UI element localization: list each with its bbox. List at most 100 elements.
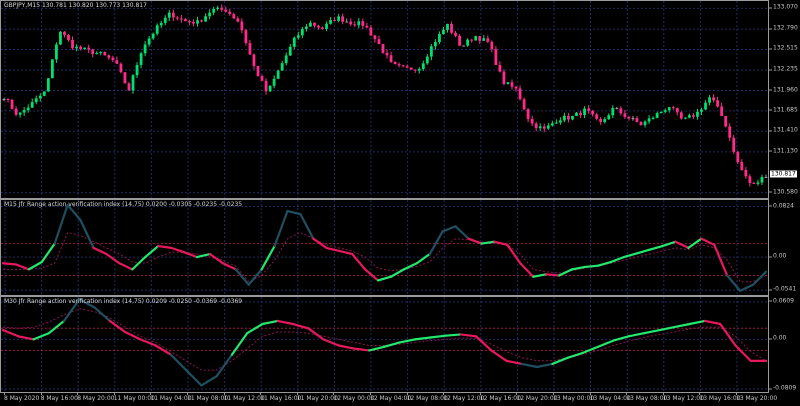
candle <box>744 167 748 179</box>
candle <box>563 112 566 123</box>
time-label: 12 May 16:00 <box>479 392 521 402</box>
candle <box>454 30 457 38</box>
candle <box>345 18 349 23</box>
time-label: 11 May 04:00 <box>150 392 192 402</box>
candle <box>704 100 707 110</box>
time-label: 8 May 16:00 <box>40 392 78 402</box>
candle <box>429 44 433 61</box>
candle <box>220 4 224 12</box>
candle <box>115 56 119 65</box>
candle <box>611 105 615 119</box>
candle <box>708 95 711 106</box>
candle <box>712 94 715 103</box>
candle <box>59 31 62 46</box>
candle <box>175 15 179 21</box>
candle <box>683 117 687 120</box>
indicator2-grid <box>1 297 768 392</box>
price-scale[interactable]: 133.070 132.790 132.515 132.235 131.960 131.6… <box>769 0 800 199</box>
candle <box>458 34 461 47</box>
candle <box>288 43 292 56</box>
time-label: 13 May 04:00 <box>589 392 631 402</box>
candle <box>659 111 663 114</box>
indicator2-scale-label: 0.00 <box>768 334 787 342</box>
price-scale-label: 132.790 <box>769 24 798 32</box>
candle <box>14 106 18 117</box>
candle <box>450 21 453 35</box>
candle <box>409 67 413 70</box>
candle <box>518 85 522 101</box>
candle <box>510 79 514 90</box>
symbol-title: GBPJPY,M15 <box>4 2 41 9</box>
candle <box>103 51 107 56</box>
indicator2-scale-label: -0.0809 <box>768 384 797 392</box>
candle <box>538 123 542 132</box>
candle <box>692 112 695 119</box>
candle <box>159 20 163 28</box>
candle <box>349 18 353 27</box>
indicator-pane-m30[interactable]: M30 Jfr Range action verification index … <box>0 296 769 393</box>
candle <box>309 20 312 27</box>
candle <box>389 51 393 63</box>
candle <box>405 64 409 69</box>
candle <box>397 62 401 68</box>
candle <box>575 111 578 117</box>
candle <box>579 110 582 119</box>
current-price-tag: 130.817 <box>770 170 797 178</box>
candle <box>111 55 115 62</box>
candle <box>99 51 103 56</box>
indicator-m30-title: M30 Jfr Range action verification index … <box>4 298 243 305</box>
candle <box>216 5 220 11</box>
candle <box>619 106 623 116</box>
candle <box>34 95 38 105</box>
candle <box>506 82 510 85</box>
candle <box>163 15 167 26</box>
indicator2-scale-label: 0.0609 <box>769 297 794 305</box>
candle <box>361 18 365 30</box>
candle <box>381 43 385 54</box>
candle <box>55 42 58 63</box>
indicator1-main-line <box>1 203 768 292</box>
candle <box>728 123 732 142</box>
candle <box>534 121 538 132</box>
time-label: 12 May 20:00 <box>516 392 558 402</box>
candle <box>615 106 619 110</box>
candle <box>192 19 195 27</box>
candle <box>554 119 558 124</box>
time-label: 11 May 12:00 <box>223 392 265 402</box>
candle <box>756 179 760 186</box>
candle <box>167 9 171 21</box>
candle <box>200 19 203 23</box>
candle <box>292 36 296 50</box>
candle <box>240 18 244 34</box>
candle <box>635 115 639 123</box>
price-chart-pane[interactable]: GBPJPY,M15 130.781 130.820 130.773 130.8… <box>0 0 769 199</box>
candle <box>433 39 437 50</box>
candle <box>30 98 34 108</box>
candle <box>470 38 474 43</box>
candle <box>607 113 611 121</box>
candle <box>67 34 70 42</box>
price-scale-label: 130.580 <box>769 188 798 196</box>
candlestick-chart[interactable] <box>1 1 769 199</box>
candle <box>599 116 603 125</box>
candle <box>284 52 288 66</box>
candle <box>446 23 449 33</box>
time-label: 11 May 16:00 <box>260 392 302 402</box>
time-label: 13 May 00:00 <box>553 392 595 402</box>
candle <box>276 69 280 80</box>
indicator1-scale-label: 0.0824 <box>769 202 794 209</box>
indicator-m15-scale: 0.0824 0.00 -0.0541 <box>768 199 800 296</box>
indicator-pane-m15[interactable]: M15 Jfr Range action verification index … <box>0 199 769 296</box>
candle <box>474 35 478 41</box>
candle <box>571 115 574 121</box>
candle <box>716 96 720 108</box>
time-label: 8 May 2020 <box>4 392 40 402</box>
candle <box>123 72 127 84</box>
time-label: 12 May 08:00 <box>406 392 448 402</box>
candle <box>720 102 724 117</box>
candle <box>643 120 647 128</box>
candle <box>236 16 240 23</box>
candle <box>63 31 66 38</box>
time-label: 13 May 16:00 <box>699 392 741 402</box>
candle <box>91 48 95 58</box>
